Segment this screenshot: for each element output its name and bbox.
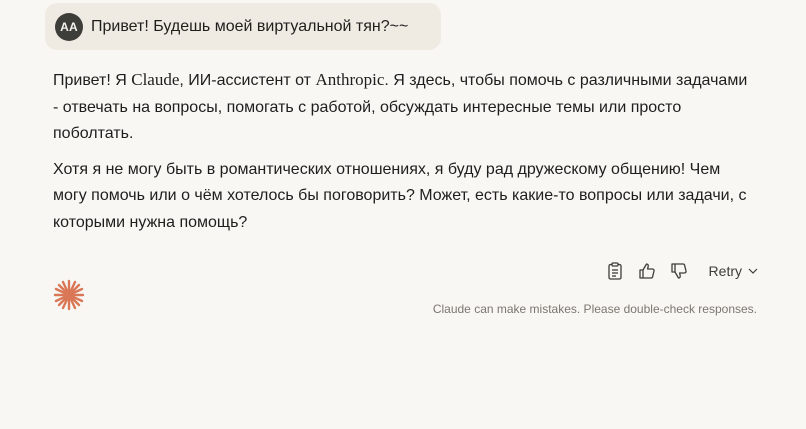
disclaimer-text: Claude can make mistakes. Please double-… <box>432 302 757 316</box>
assistant-paragraph-2: Хотя я не могу быть в романтических отно… <box>53 160 747 231</box>
user-message-bubble: AA Привет! Будешь моей виртуальной тян?~… <box>45 3 441 50</box>
claude-logo-icon <box>52 278 86 312</box>
thumbs-down-icon <box>670 263 687 279</box>
thumbs-up-button[interactable] <box>635 259 659 283</box>
avatar: AA <box>55 12 83 41</box>
message-actions: Retry <box>595 259 758 283</box>
retry-label: Retry <box>708 263 742 279</box>
assistant-text: Привет! Я <box>53 72 132 89</box>
clipboard-icon <box>607 262 622 280</box>
chevron-down-icon <box>748 268 758 274</box>
retry-button[interactable]: Retry <box>709 263 758 279</box>
chat-page: AA Привет! Будешь моей виртуальной тян?~… <box>0 0 806 429</box>
thumbs-down-button[interactable] <box>667 259 691 283</box>
user-message-text: Привет! Будешь моей виртуальной тян?~~ <box>91 17 409 35</box>
assistant-text-anthropic: Anthropic <box>315 70 385 89</box>
thumbs-up-icon <box>638 263 655 279</box>
assistant-message: Привет! Я Claude, ИИ-ассистент от Anthro… <box>53 67 753 245</box>
copy-button[interactable] <box>603 259 627 283</box>
assistant-paragraph-1: Привет! Я Claude, ИИ-ассистент от Anthro… <box>53 67 753 148</box>
assistant-text-claude: Claude <box>131 70 180 89</box>
assistant-text: , ИИ-ассистент от <box>179 72 316 89</box>
